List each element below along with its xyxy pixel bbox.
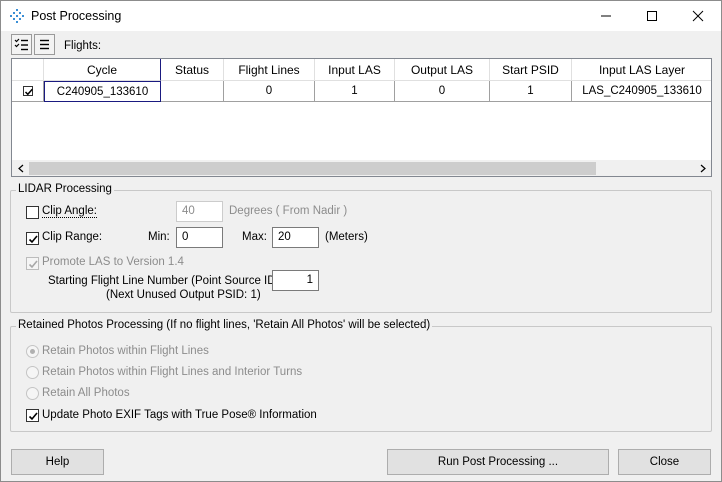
close-button[interactable]: Close	[618, 449, 711, 475]
header-output-las[interactable]: Output LAS	[395, 59, 490, 81]
cell-status[interactable]	[161, 81, 224, 102]
cell-cycle[interactable]: C240905_133610	[44, 81, 161, 102]
minimize-icon	[601, 15, 611, 17]
chevron-right-icon	[700, 164, 706, 173]
retain-within-lines-label: Retain Photos within Flight Lines	[42, 345, 209, 357]
header-status[interactable]: Status	[161, 59, 224, 81]
scrollbar-thumb[interactable]	[29, 162, 596, 175]
clip-range-label: Clip Range:	[42, 231, 103, 243]
cell-flight-lines[interactable]: 0	[224, 81, 315, 102]
title-bar: Post Processing	[1, 1, 721, 31]
check-icon	[28, 412, 38, 421]
clip-angle-unit: Degrees ( From Nadir )	[229, 205, 348, 217]
retain-all-radio	[26, 387, 39, 400]
row-checkbox-cell[interactable]	[12, 81, 44, 102]
scroll-right-button[interactable]	[694, 160, 711, 176]
clip-range-max-input[interactable]: 20	[272, 227, 319, 248]
clip-range-min-label: Min:	[148, 231, 170, 243]
clip-range-min-input[interactable]: 0	[176, 227, 223, 248]
grid-header: Cycle Status Flight Lines Input LAS Outp…	[12, 59, 711, 81]
flights-grid[interactable]: Cycle Status Flight Lines Input LAS Outp…	[11, 58, 712, 177]
check-icon	[28, 235, 38, 244]
lidar-group-title: LIDAR Processing	[16, 183, 114, 195]
clip-angle-input: 40	[176, 201, 223, 222]
cell-input-las-layer[interactable]: LAS_C240905_133610	[572, 81, 711, 102]
lidar-processing-group: LIDAR Processing Clip Angle: 40 Degrees …	[10, 183, 712, 313]
clip-range-max-label: Max:	[242, 231, 267, 243]
minimize-button[interactable]	[583, 1, 629, 31]
promote-las-checkbox	[26, 257, 39, 270]
clip-range-unit: (Meters)	[325, 231, 368, 243]
help-button[interactable]: Help	[11, 449, 104, 475]
list-icon	[40, 39, 49, 50]
window-title: Post Processing	[31, 9, 122, 23]
close-icon	[692, 10, 704, 22]
update-exif-checkbox[interactable]	[26, 409, 39, 422]
clip-angle-checkbox[interactable]	[26, 206, 39, 219]
maximize-button[interactable]	[629, 1, 675, 31]
app-diamond-icon	[10, 9, 24, 23]
flights-label: Flights:	[64, 40, 102, 52]
check-all-button[interactable]	[11, 34, 32, 55]
start-flight-line-input[interactable]: 1	[272, 270, 319, 291]
header-cycle[interactable]: Cycle	[44, 59, 161, 81]
retained-photos-group: Retained Photos Processing (If no flight…	[10, 319, 712, 432]
list-view-button[interactable]	[34, 34, 55, 55]
start-flight-line-label: Starting Flight Line Number (Point Sourc…	[48, 275, 283, 287]
row-checkbox[interactable]	[22, 85, 33, 96]
scroll-left-button[interactable]	[12, 160, 29, 176]
retain-all-label: Retain All Photos	[42, 387, 130, 399]
flights-toolbar: Flights:	[1, 31, 721, 58]
clip-range-checkbox[interactable]	[26, 232, 39, 245]
maximize-icon	[647, 11, 657, 21]
check-icon	[28, 260, 38, 269]
header-input-las[interactable]: Input LAS	[315, 59, 395, 81]
run-post-processing-button[interactable]: Run Post Processing ...	[387, 449, 609, 475]
header-check-column	[12, 59, 44, 81]
cell-input-las[interactable]: 1	[315, 81, 395, 102]
next-unused-psid-note: (Next Unused Output PSID: 1)	[106, 289, 261, 301]
retain-with-turns-radio	[26, 366, 39, 379]
photos-group-title: Retained Photos Processing (If no flight…	[16, 319, 433, 331]
header-input-las-layer[interactable]: Input LAS Layer	[572, 59, 711, 81]
table-row[interactable]: C240905_133610 0 1 0 1 LAS_C240905_13361…	[12, 81, 711, 102]
post-processing-window: Post Processing Flights: Cycle Status Fl…	[0, 0, 722, 482]
header-flight-lines[interactable]: Flight Lines	[224, 59, 315, 81]
retain-with-turns-label: Retain Photos within Flight Lines and In…	[42, 366, 303, 378]
header-start-psid[interactable]: Start PSID	[490, 59, 572, 81]
cell-output-las[interactable]: 0	[395, 81, 490, 102]
check-icon	[24, 88, 33, 96]
horizontal-scrollbar[interactable]	[12, 160, 711, 176]
check-list-icon	[14, 38, 28, 51]
promote-las-label: Promote LAS to Version 1.4	[42, 256, 184, 268]
clip-angle-label: Clip Angle:	[42, 205, 97, 218]
chevron-left-icon	[17, 164, 23, 173]
close-window-button[interactable]	[675, 1, 721, 31]
retain-within-lines-radio	[26, 345, 39, 358]
cell-start-psid[interactable]: 1	[490, 81, 572, 102]
update-exif-label: Update Photo EXIF Tags with True Pose® I…	[42, 409, 317, 421]
